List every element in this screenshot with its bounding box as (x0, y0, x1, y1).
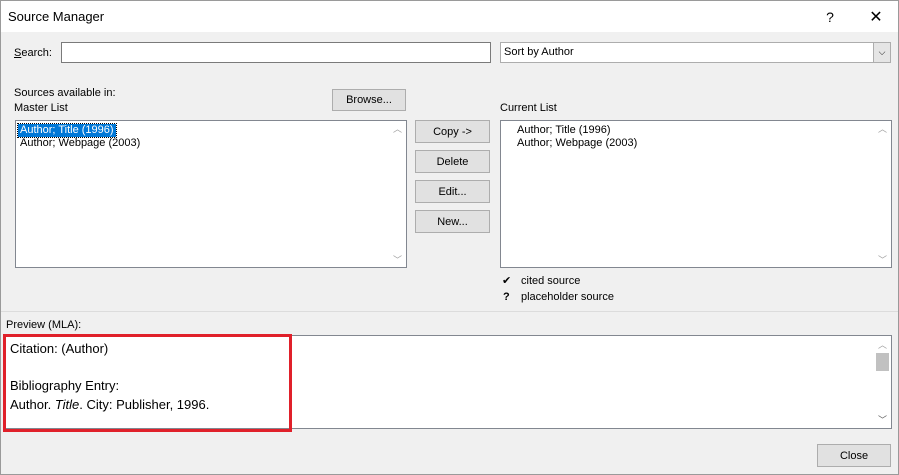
chevron-down-icon[interactable]: ⌵ (873, 43, 890, 62)
scroll-thumb[interactable] (876, 353, 889, 371)
close-button[interactable]: Close (817, 444, 891, 467)
cited-source-label: cited source (521, 275, 581, 287)
question-mark-icon: ? (503, 291, 510, 303)
scroll-down-icon[interactable]: ﹀ (389, 252, 406, 267)
sort-select[interactable]: Sort by Author ⌵ (500, 42, 891, 63)
dialog-title: Source Manager (8, 9, 105, 24)
list-item[interactable]: Author; Webpage (2003) (18, 137, 142, 150)
search-label-rest: earch: (21, 47, 52, 59)
divider (1, 311, 898, 312)
title-bar: Source Manager ? ✕ (1, 1, 898, 32)
entry-rest: . City: Publisher, 1996. (79, 397, 210, 412)
scroll-up-icon[interactable]: ︿ (389, 121, 406, 136)
master-list-scrollbar[interactable]: ︿ ﹀ (389, 121, 406, 267)
scroll-up-icon[interactable]: ︿ (874, 337, 891, 352)
entry-title: Title (54, 397, 80, 412)
entry-author: Author. (10, 397, 55, 412)
bibliography-heading: Bibliography Entry: (10, 378, 120, 393)
source-manager-dialog: Source Manager ? ✕ Search: Sort by Autho… (0, 0, 899, 475)
preview-label: Preview (MLA): (6, 319, 82, 331)
new-button[interactable]: New... (415, 210, 490, 233)
checkmark-icon: ✔ (502, 275, 512, 287)
preview-scrollbar[interactable]: ︿ ﹀ (874, 337, 891, 427)
master-list[interactable]: Author; Title (1996) Author; Webpage (20… (15, 120, 407, 268)
sources-available-label: Sources available in: (14, 87, 116, 99)
list-item[interactable]: Author; Title (1996) (515, 124, 613, 137)
current-list-label: Current List (500, 102, 557, 114)
placeholder-source-label: placeholder source (521, 291, 614, 303)
scroll-down-icon[interactable]: ﹀ (874, 252, 891, 267)
delete-button[interactable]: Delete (415, 150, 490, 173)
close-icon[interactable]: ✕ (853, 1, 898, 32)
browse-button[interactable]: Browse... (332, 89, 406, 111)
citation-text: Citation: (Author) (10, 341, 109, 356)
preview-box[interactable]: Citation: (Author) Bibliography Entry: A… (3, 335, 892, 429)
sort-select-value: Sort by Author (504, 46, 574, 58)
list-item[interactable]: Author; Title (1996) (17, 123, 117, 138)
list-item[interactable]: Author; Webpage (2003) (515, 137, 639, 150)
bibliography-entry: Author. Title. City: Publisher, 1996. (10, 397, 209, 412)
current-list[interactable]: Author; Title (1996) Author; Webpage (20… (500, 120, 892, 268)
help-button[interactable]: ? (807, 1, 853, 32)
master-list-label: Master List (14, 102, 68, 114)
copy-button[interactable]: Copy -> (415, 120, 490, 143)
search-input[interactable] (61, 42, 491, 63)
scroll-down-icon[interactable]: ﹀ (874, 412, 891, 427)
edit-button[interactable]: Edit... (415, 180, 490, 203)
scroll-up-icon[interactable]: ︿ (874, 121, 891, 136)
current-list-scrollbar[interactable]: ︿ ﹀ (874, 121, 891, 267)
search-label: Search: (14, 47, 52, 59)
